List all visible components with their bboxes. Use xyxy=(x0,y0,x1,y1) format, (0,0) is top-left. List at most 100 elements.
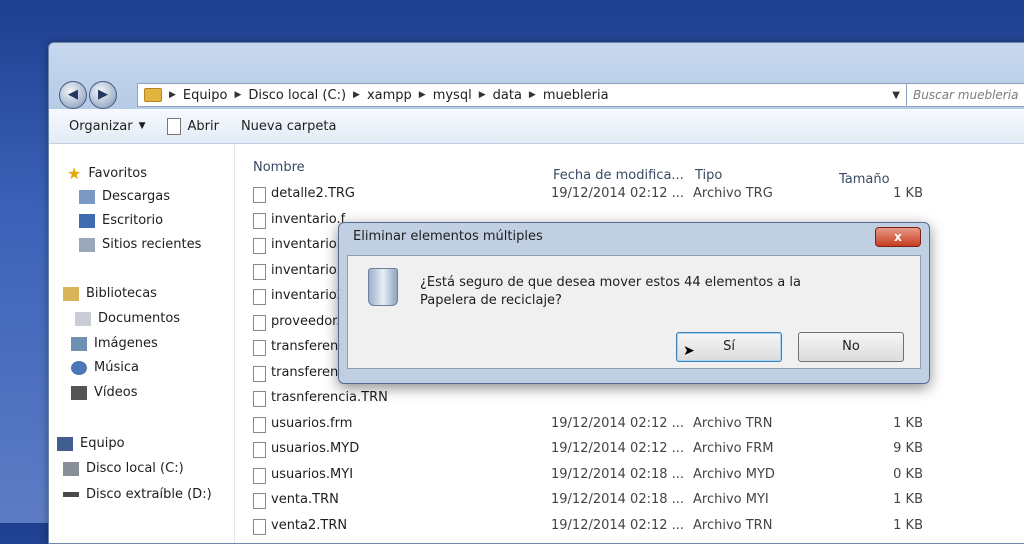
file-name: usuarios.MYD xyxy=(271,441,360,456)
nav-downloads[interactable]: Descargas xyxy=(79,189,170,204)
open-button[interactable]: Abrir xyxy=(167,117,219,135)
forward-button[interactable]: ▶ xyxy=(89,81,117,109)
search-input[interactable]: Buscar muebleria xyxy=(906,83,1024,107)
file-icon xyxy=(253,340,266,356)
file-size: 1 KB xyxy=(893,517,923,533)
file-name: inventario. xyxy=(271,237,341,252)
file-icon xyxy=(253,518,266,535)
nav-removable-disk[interactable]: Disco extraíble (D:) xyxy=(63,487,212,502)
address-bar-area: ◀ ▶ ▶ Equipo ▶ Disco local (C:) ▶ xampp … xyxy=(49,43,1024,109)
command-bar: Organizar ▼ Abrir Nueva carpeta xyxy=(49,109,1024,144)
file-name: transferenc xyxy=(271,339,346,354)
file-name: detalle2.TRG xyxy=(271,186,355,201)
file-name: inventario2 xyxy=(271,288,346,303)
file-icon xyxy=(253,289,266,305)
nav-videos[interactable]: Vídeos xyxy=(71,385,137,400)
mouse-cursor-icon: ➤ xyxy=(683,343,695,359)
file-name: proveedor. xyxy=(271,313,341,329)
file-type: Archivo MYD xyxy=(693,466,775,482)
breadcrumb-muebleria[interactable]: muebleria xyxy=(543,88,609,103)
file-date: 19/12/2014 02:18 ... xyxy=(551,466,685,482)
column-header-name[interactable]: Nombre xyxy=(253,160,305,175)
file-icon xyxy=(253,314,266,331)
nav-music[interactable]: Música xyxy=(71,360,139,375)
organize-button[interactable]: Organizar ▼ xyxy=(69,119,145,134)
chevron-right-icon: ▶ xyxy=(478,90,486,100)
chevron-down-icon[interactable]: ▼ xyxy=(886,90,906,101)
folder-icon xyxy=(144,88,162,102)
file-type: Archivo TRN xyxy=(693,517,773,533)
file-icon xyxy=(253,212,266,229)
breadcrumb-disco-local[interactable]: Disco local (C:) xyxy=(248,88,346,103)
videos-icon xyxy=(71,385,87,400)
new-folder-button[interactable]: Nueva carpeta xyxy=(241,119,337,134)
documents-icon xyxy=(75,311,91,326)
file-size: 1 KB xyxy=(893,415,923,431)
breadcrumb-xampp[interactable]: xampp xyxy=(367,88,412,103)
table-row[interactable]: usuarios.frm 19/12/2014 02:12 ... Archivo … xyxy=(235,412,1024,438)
forward-arrow-icon: ▶ xyxy=(98,87,108,102)
table-row[interactable]: usuarios.MYI 19/12/2014 02:18 ... Archivo … xyxy=(235,463,1024,489)
music-icon xyxy=(71,360,87,375)
downloads-icon xyxy=(79,189,95,204)
file-size: 1 KB xyxy=(893,492,923,507)
nav-recent[interactable]: Sitios recientes xyxy=(79,237,201,252)
chevron-down-icon: ▼ xyxy=(138,121,146,131)
file-name: inventario. xyxy=(271,262,341,278)
column-header-date[interactable]: Fecha de modifica... xyxy=(553,168,684,183)
address-field[interactable]: ▶ Equipo ▶ Disco local (C:) ▶ xampp ▶ my… xyxy=(137,83,907,107)
file-name: venta.TRN xyxy=(271,492,339,507)
chevron-right-icon: ▶ xyxy=(353,90,360,100)
file-icon xyxy=(253,238,266,254)
table-row[interactable]: venta2.TRN 19/12/2014 02:12 ... Archivo TR… xyxy=(235,514,1024,540)
nav-label: Disco local (C:) xyxy=(86,461,184,476)
recent-places-icon xyxy=(79,237,95,252)
table-row[interactable]: usuarios.MYD 19/12/2014 02:12 ... Archivo … xyxy=(235,437,1024,463)
file-date: 19/12/2014 02:18 ... xyxy=(551,492,685,507)
chevron-right-icon: ▶ xyxy=(234,90,242,100)
nav-label: Sitios recientes xyxy=(102,237,202,252)
file-name: usuarios.frm xyxy=(271,415,353,431)
breadcrumb-mysql[interactable]: mysql xyxy=(433,88,472,103)
file-name: venta2.TRN xyxy=(271,517,348,533)
breadcrumb-data[interactable]: data xyxy=(493,88,522,103)
chevron-right-icon: ▶ xyxy=(418,90,426,100)
open-label: Abrir xyxy=(187,118,219,134)
file-icon xyxy=(253,263,266,280)
nav-local-disk[interactable]: Disco local (C:) xyxy=(63,461,184,476)
back-button[interactable]: ◀ xyxy=(59,81,87,109)
removable-disk-icon xyxy=(63,492,79,497)
table-row[interactable]: detalle2.TRG 19/12/2014 02:12 ... Archivo … xyxy=(235,182,1024,208)
nav-images[interactable]: Imágenes xyxy=(71,336,158,351)
file-icon xyxy=(253,416,266,433)
file-date: 19/12/2014 02:12 ... xyxy=(551,441,685,456)
file-icon xyxy=(253,493,266,509)
nav-favorites[interactable]: ★ Favoritos xyxy=(67,164,147,183)
navigation-pane: ★ Favoritos Descargas Escritorio Sitios … xyxy=(49,144,234,543)
file-type: Archivo MYI xyxy=(693,492,769,507)
nav-label: Vídeos xyxy=(94,385,138,400)
nav-label: Favoritos xyxy=(88,166,148,181)
nav-label: Bibliotecas xyxy=(86,286,157,301)
file-date: 19/12/2014 02:12 ... xyxy=(551,415,685,431)
file-name: transferenc xyxy=(271,364,346,380)
file-icon xyxy=(253,467,266,484)
no-button[interactable]: No xyxy=(798,332,904,362)
nav-documents[interactable]: Documentos xyxy=(75,311,180,326)
nav-libraries[interactable]: Bibliotecas xyxy=(63,286,157,301)
yes-button[interactable]: ➤ Sí xyxy=(676,332,782,362)
table-row[interactable]: trasnferencia.TRN xyxy=(235,386,1024,412)
close-button[interactable]: x xyxy=(875,227,921,247)
breadcrumb-equipo[interactable]: Equipo xyxy=(183,88,228,103)
document-icon xyxy=(167,117,182,135)
nav-desktop[interactable]: Escritorio xyxy=(79,213,163,228)
file-size: 1 KB xyxy=(893,186,923,201)
file-name: trasnferencia.TRN xyxy=(271,390,388,405)
file-icon xyxy=(253,442,266,458)
dialog-message: ¿Está seguro de que desea mover estos 44… xyxy=(420,275,801,308)
file-type: Archivo FRM xyxy=(693,441,774,456)
column-header-type[interactable]: Tipo xyxy=(695,168,722,183)
file-date: 19/12/2014 02:12 ... xyxy=(551,517,685,533)
nav-computer[interactable]: Equipo xyxy=(57,436,125,451)
table-row[interactable]: venta.TRN 19/12/2014 02:18 ... Archivo MYI… xyxy=(235,488,1024,514)
